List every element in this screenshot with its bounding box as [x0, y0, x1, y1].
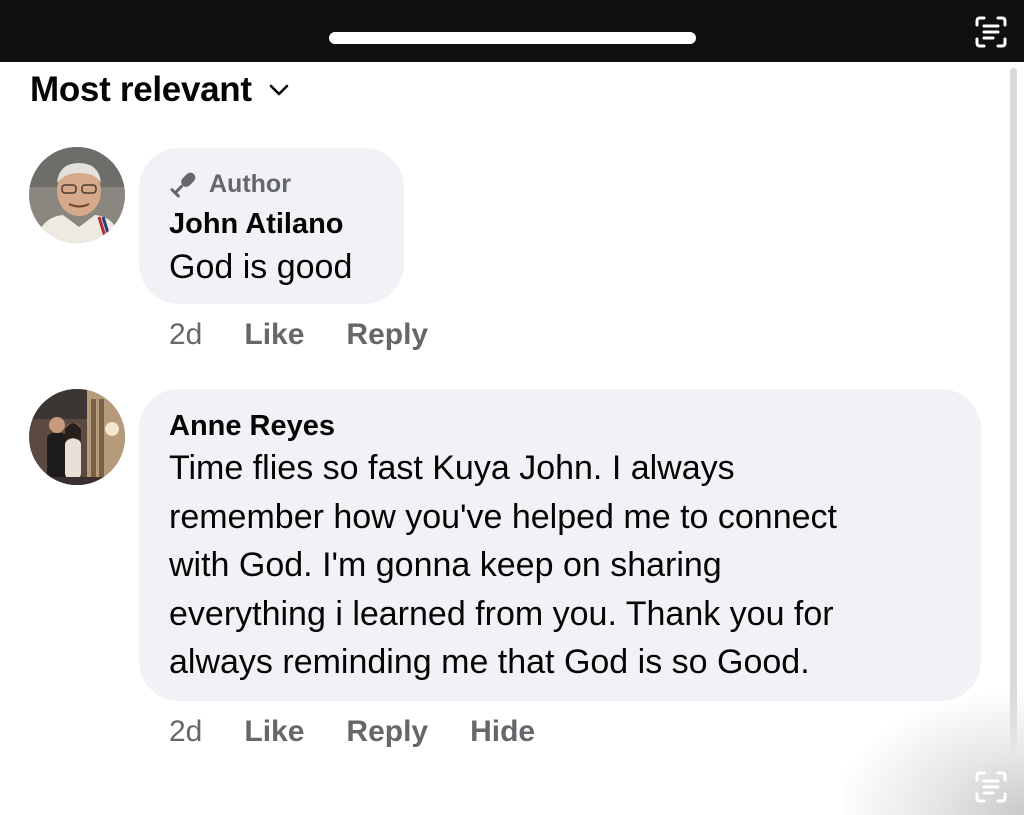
comment-text-line: with God. I'm gonna keep on sharing — [169, 546, 722, 584]
author-badge-label: Author — [209, 169, 291, 198]
like-button[interactable]: Like — [244, 715, 304, 749]
home-indicator[interactable] — [329, 32, 696, 44]
microphone-icon — [170, 172, 196, 198]
comment-text-line: always reminding me that God is so Good. — [169, 643, 810, 681]
comment-actions: 2d Like Reply — [169, 318, 470, 352]
comment-author-name[interactable]: John Atilano — [169, 205, 404, 243]
comment-bubble[interactable]: Anne Reyes Time flies so fast Kuya John.… — [139, 389, 981, 701]
avatar-john-atilano[interactable] — [29, 147, 125, 243]
sort-dropdown[interactable]: Most relevant — [30, 70, 290, 110]
sort-label: Most relevant — [30, 70, 252, 109]
comment-timestamp[interactable]: 2d — [169, 318, 202, 352]
comment-timestamp[interactable]: 2d — [169, 715, 202, 749]
avatar-anne-reyes[interactable] — [29, 389, 125, 485]
comment-text-line: Time flies so fast Kuya John. I always — [169, 449, 735, 487]
hide-button[interactable]: Hide — [470, 715, 535, 749]
comment-text-line: everything i learned from you. Thank you… — [169, 594, 834, 633]
scrollbar[interactable] — [1010, 68, 1017, 758]
comment-actions: 2d Like Reply Hide — [169, 715, 577, 749]
reply-button[interactable]: Reply — [346, 318, 428, 352]
scan-text-icon[interactable] — [974, 770, 1008, 804]
comment-text-line: remember how you've helped me to connect — [169, 497, 837, 536]
chevron-down-icon — [269, 84, 289, 96]
comment-bubble[interactable]: Author John Atilano God is good — [139, 148, 404, 304]
reply-button[interactable]: Reply — [346, 715, 428, 749]
top-bar — [0, 0, 1024, 62]
screen: Most relevant Author John Atilano God is… — [0, 0, 1024, 815]
comment-author-name[interactable]: Anne Reyes — [169, 407, 981, 445]
author-badge: Author — [169, 167, 404, 201]
comment-text: God is good — [169, 248, 353, 286]
scan-text-icon[interactable] — [974, 15, 1008, 49]
like-button[interactable]: Like — [244, 318, 304, 352]
